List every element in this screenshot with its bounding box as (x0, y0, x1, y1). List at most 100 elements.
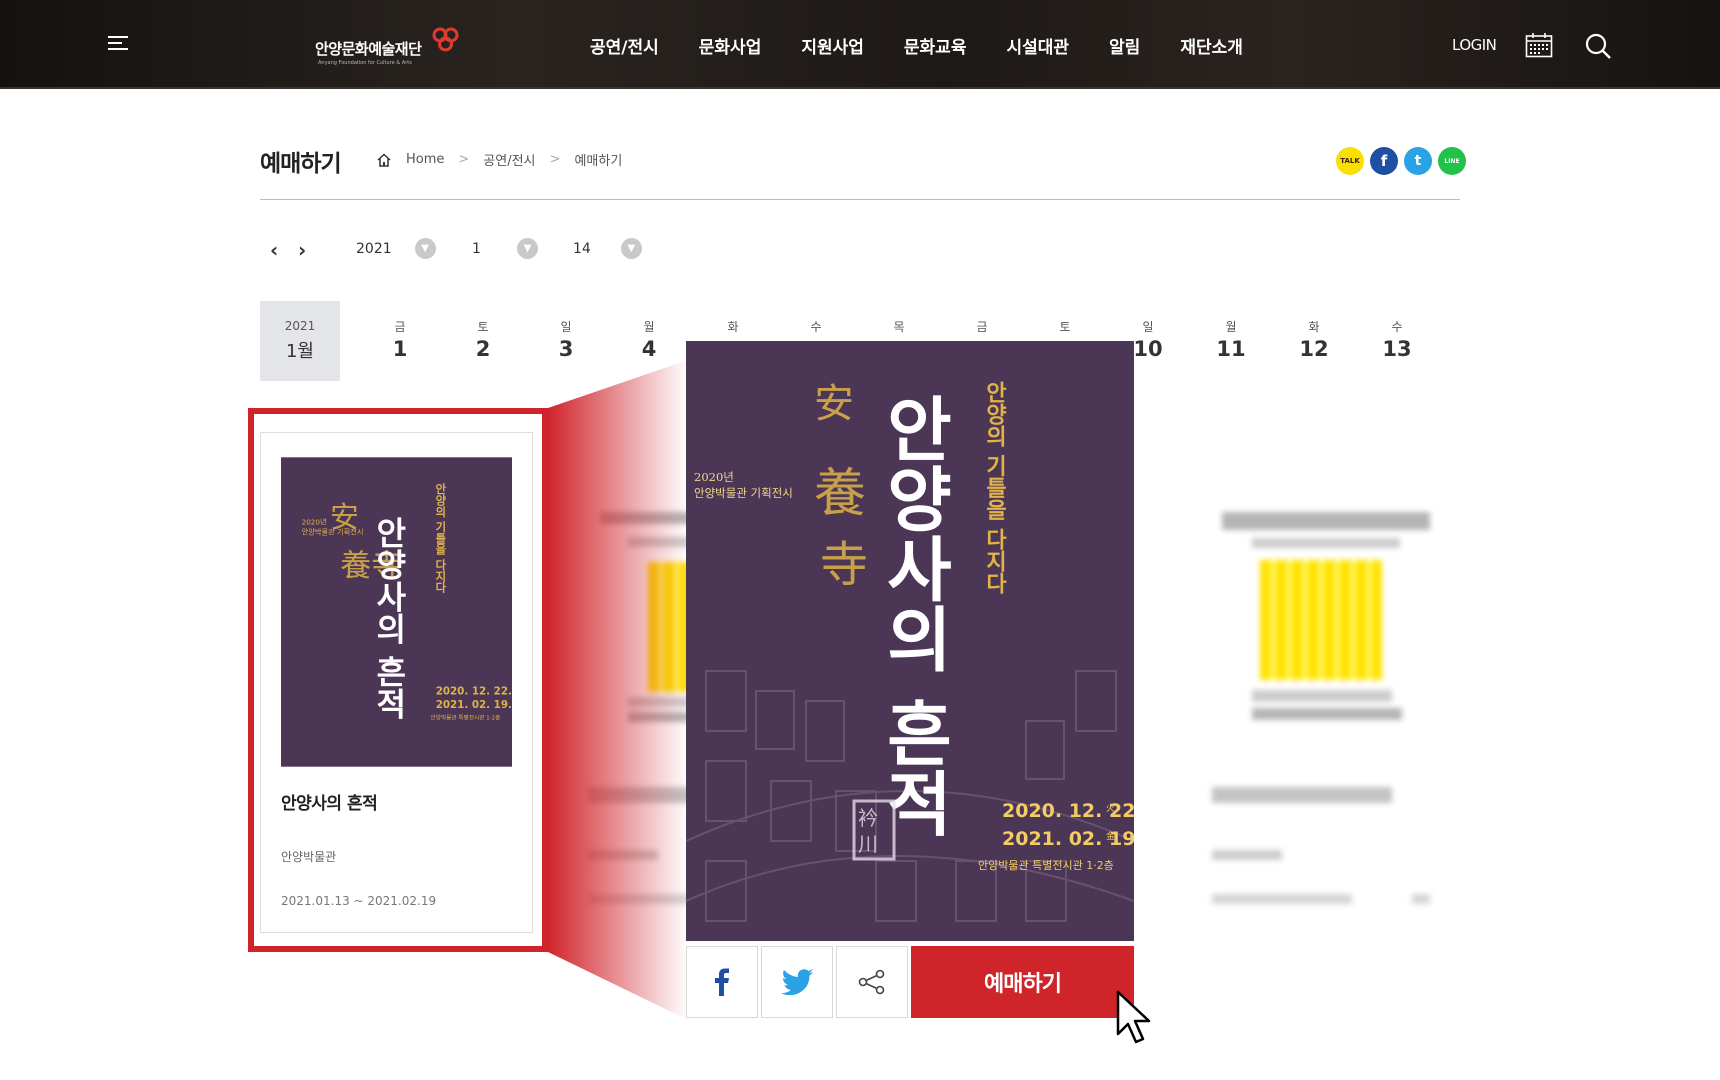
home-icon[interactable] (376, 152, 392, 168)
poster-kicker: 안양박물관 기획전시 (694, 486, 793, 500)
poster-location: 안양박물관 특별전시관 1·2층 (978, 859, 1114, 872)
calendar-day[interactable]: 수 (796, 318, 836, 337)
mouse-pointer-icon (1116, 990, 1151, 1044)
calendar-weekday: 월 (1225, 320, 1237, 334)
calendar-weekday: 화 (1308, 320, 1320, 334)
twitter-share-icon[interactable]: t (1404, 147, 1432, 175)
page-title: 예매하기 (260, 151, 342, 177)
poster-main-title: 안양사의 흔적 (370, 517, 408, 720)
twitter-share-button[interactable] (761, 946, 833, 1018)
poster-kicker-year: 2020년 (694, 470, 734, 484)
nav-support[interactable]: 지원사업 (801, 33, 864, 58)
poster-tagline: 안양의 기틀을 다지다 (434, 482, 448, 594)
nav-education[interactable]: 문화교육 (904, 33, 967, 58)
title-divider (260, 199, 1460, 200)
nav-culture-business[interactable]: 문화사업 (699, 33, 762, 58)
share-icon (858, 969, 885, 995)
calendar-weekday: 수 (1391, 320, 1403, 334)
facebook-share-button[interactable] (686, 946, 758, 1018)
menu-icon[interactable] (108, 36, 132, 54)
calendar-date: 10 (1133, 337, 1163, 361)
svg-text:川: 川 (858, 832, 878, 856)
calendar-day[interactable]: 화 12 (1294, 318, 1334, 361)
poster-kicker-year: 2020년 (302, 517, 327, 526)
event-card[interactable]: 2020년 안양박물관 기획전시 安 養寺 안양사의 흔적 안양의 기틀을 다지… (260, 432, 533, 933)
day-value: 14 (573, 240, 591, 257)
chevron-right-icon: > (458, 152, 470, 167)
breadcrumb-current: 예매하기 (574, 154, 623, 169)
calendar-weekday: 수 (810, 320, 822, 334)
calendar-date: 12 (1299, 337, 1329, 361)
calendar-date: 13 (1382, 337, 1412, 361)
breadcrumb-performance[interactable]: 공연/전시 (483, 150, 535, 169)
login-link[interactable]: LOGIN (1452, 36, 1497, 54)
search-icon[interactable] (1584, 32, 1612, 60)
date-nav: ‹ › (270, 238, 326, 262)
calendar-day[interactable]: 목 (879, 318, 919, 337)
calendar-date: 1 (392, 337, 408, 361)
share-link-button[interactable] (836, 946, 908, 1018)
chevron-down-icon[interactable]: ▼ (516, 238, 538, 259)
calendar-weekday: 목 (893, 320, 905, 334)
site-logo[interactable]: 안양문화예술재단 Anyang Foundation for Culture &… (312, 26, 462, 70)
event-poster-enlarged[interactable]: 2020년 안양박물관 기획전시 安 養 寺 안양사의 흔적 안양의 기틀을 다… (686, 341, 1134, 941)
poster-main-title: 안양사의 흔적 (873, 393, 955, 837)
calendar-day[interactable]: 수 13 (1377, 318, 1417, 361)
calendar-day[interactable]: 토 (1045, 318, 1085, 337)
calendar-weekday: 일 (1142, 320, 1154, 334)
chevron-down-icon[interactable]: ▼ (620, 238, 642, 259)
calendar-day[interactable]: 월4 (629, 318, 669, 361)
calendar-weekday: 금 (394, 320, 406, 334)
year-select[interactable]: 2021 ▼ (356, 238, 436, 259)
nav-rental[interactable]: 시설대관 (1006, 33, 1069, 58)
event-title[interactable]: 안양사의 흔적 (281, 789, 378, 814)
logo-mark-icon (432, 27, 459, 52)
calendar-date: 4 (641, 337, 657, 361)
site-header: 안양문화예술재단 Anyang Foundation for Culture &… (0, 0, 1720, 89)
day-select[interactable]: 14 ▼ (573, 238, 642, 259)
main-nav: 공연/전시 문화사업 지원사업 문화교육 시설대관 알림 재단소개 (590, 33, 1283, 58)
breadcrumb-home[interactable]: Home (406, 152, 444, 167)
calendar-day[interactable]: 월 11 (1211, 318, 1251, 361)
event-action-bar: 예매하기 (686, 946, 1134, 1018)
facebook-share-icon[interactable]: f (1370, 147, 1398, 175)
nav-performance[interactable]: 공연/전시 (590, 33, 659, 58)
kakaotalk-share-icon[interactable]: TALK (1336, 147, 1364, 175)
poster-seal-glyph: 安 (330, 500, 359, 534)
poster-seal-glyph: 寺 (820, 537, 868, 593)
chevron-down-icon[interactable]: ▼ (414, 238, 436, 259)
calendar-day[interactable]: 일 10 (1128, 318, 1168, 361)
share-sns-group: TALK f t LINE (1330, 147, 1466, 175)
nav-about[interactable]: 재단소개 (1180, 33, 1243, 58)
calendar-weekday: 토 (477, 320, 489, 334)
twitter-icon (781, 969, 813, 995)
year-value: 2021 (356, 240, 392, 257)
prev-date-icon[interactable]: ‹ (270, 238, 284, 262)
calendar-weekday: 월 (643, 320, 655, 334)
next-date-icon[interactable]: › (298, 238, 312, 262)
line-share-icon[interactable]: LINE (1438, 147, 1466, 175)
calendar-day[interactable]: 화 (713, 318, 753, 337)
reserve-button[interactable]: 예매하기 (911, 946, 1134, 1018)
blurred-event-card (1182, 432, 1460, 932)
current-month-box: 2021 1월 (260, 301, 340, 381)
poster-date-start-dow: 火 (1106, 803, 1115, 814)
nav-notice[interactable]: 알림 (1109, 33, 1140, 58)
calendar-day[interactable]: 토2 (463, 318, 503, 361)
calendar-icon[interactable] (1525, 32, 1553, 58)
calendar-weekday: 금 (976, 320, 988, 334)
svg-text:衿: 衿 (858, 806, 878, 830)
calendar-date: 2 (475, 337, 491, 361)
event-venue: 안양박물관 (281, 850, 337, 864)
month-select[interactable]: 1 ▼ (472, 238, 538, 259)
calendar-day[interactable]: 일3 (546, 318, 586, 361)
calendar-year: 2021 (284, 319, 316, 333)
event-poster-thumbnail[interactable]: 2020년 안양박물관 기획전시 安 養寺 안양사의 흔적 안양의 기틀을 다지… (281, 453, 512, 771)
poster-date-end-dow: 金 (1106, 830, 1115, 842)
month-value: 1 (472, 240, 481, 257)
calendar-day[interactable]: 금 (962, 318, 1002, 337)
calendar-date: 11 (1216, 337, 1246, 361)
calendar-day[interactable]: 금1 (380, 318, 420, 361)
logo-subtext: Anyang Foundation for Culture & Arts (318, 60, 412, 66)
calendar-date: 3 (558, 337, 574, 361)
